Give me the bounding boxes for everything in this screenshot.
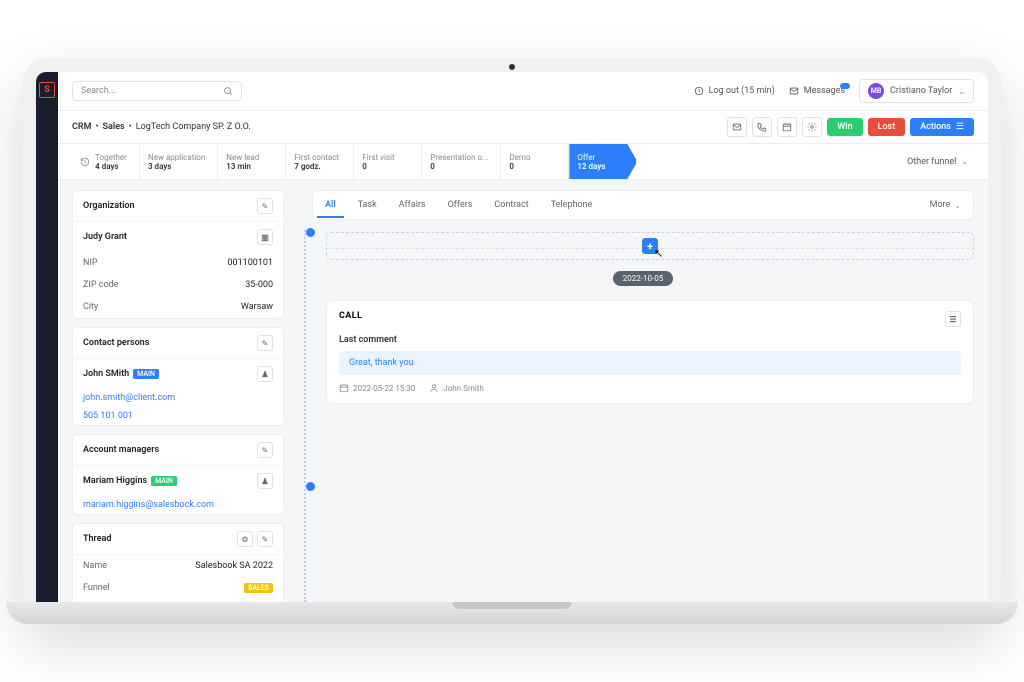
search-input[interactable]: Search... [72,81,242,101]
person-icon [429,383,439,393]
timeline-dot [306,482,315,491]
edit-button[interactable]: ✎ [257,442,273,458]
activity-tabs: All Task Affairs Offers Contract Telepho… [312,190,974,220]
activity-author: John Smith [429,383,484,393]
funnel-selector[interactable]: Other funnel⌄ [901,144,974,179]
contact-phone[interactable]: 505 101 001 [73,407,283,425]
logout-timer[interactable]: Log out (15 min) [694,86,775,96]
calendar-icon [339,383,349,393]
main-tag: MAIN [133,369,159,379]
edit-button[interactable]: ✎ [257,531,273,547]
person-icon: ♟ [257,473,273,489]
comment-text: Great, thank you [339,351,961,375]
lost-button[interactable]: Lost [868,118,906,136]
sales-tag: SALES [244,583,273,593]
thread-card: Thread⚙✎ NameSalesbook SA 2022 FunnelSAL… [72,523,284,602]
stage-first-visit[interactable]: First visit0 [354,144,422,179]
card-title: Contact persons [83,338,149,348]
left-rail: S [36,72,58,602]
menu-icon: ☰ [956,122,964,132]
card-title: Thread [83,534,111,544]
history-icon [80,157,90,167]
tabs-more[interactable]: More⌄ [930,200,961,210]
activity-card: CALL ☰ Last comment Great, thank you 202… [326,300,974,404]
clock-icon [694,86,704,96]
tab-telephone[interactable]: Telephone [551,192,593,218]
messages-button[interactable]: Messages [789,86,845,96]
settings-action-button[interactable] [802,117,822,137]
managers-card: Account managers✎ Mariam HigginsMAIN♟ ma… [72,434,284,515]
phone-icon [757,122,767,132]
pipeline: Together4 days New application3 days New… [58,144,988,180]
building-icon: ▥ [257,229,273,245]
card-title: Organization [83,201,135,211]
avatar: MB [868,83,884,99]
stage-first-contact[interactable]: First contact7 godz. [286,144,354,179]
person-icon: ♟ [257,366,273,382]
email-action-button[interactable] [727,117,747,137]
add-activity-button[interactable]: + ↖ [326,232,974,260]
organization-card: Organization✎ Judy Grant▥ NIP001100101 Z… [72,190,284,319]
calendar-action-button[interactable] [777,117,797,137]
activity-panel: All Task Affairs Offers Contract Telepho… [298,180,988,602]
gear-icon [807,122,817,132]
search-icon [223,86,233,96]
calendar-icon [782,122,792,132]
tab-offers[interactable]: Offers [448,192,473,218]
tab-task[interactable]: Task [358,192,377,218]
main-tag: MAIN [151,476,177,486]
stage-new-application[interactable]: New application3 days [140,144,218,179]
cursor-icon: ↖ [654,247,663,260]
action-bar: CRM•Sales•LogTech Company SP. Z O.O. Win… [58,111,988,144]
tab-affairs[interactable]: Affairs [399,192,426,218]
breadcrumb: CRM•Sales•LogTech Company SP. Z O.O. [72,122,251,132]
timeline-dot [306,228,315,237]
edit-button[interactable]: ✎ [257,335,273,351]
tab-contract[interactable]: Contract [494,192,528,218]
stage-presentation[interactable]: Presentation o...0 [422,144,501,179]
win-button[interactable]: Win [827,118,862,136]
edit-button[interactable]: ✎ [257,198,273,214]
card-title: Account managers [83,445,159,455]
pipeline-together: Together4 days [72,144,140,179]
stage-new-lead[interactable]: New lead13 min [218,144,286,179]
last-comment-label: Last comment [339,335,961,345]
contact-email[interactable]: john.smith@client.com [73,389,283,407]
manager-email[interactable]: mariam.higgins@salesbock.com [73,496,283,514]
tab-all[interactable]: All [325,192,336,218]
activity-timestamp: 2022-05-22 15:30 [339,383,415,393]
activity-menu-button[interactable]: ☰ [945,311,961,327]
user-menu[interactable]: MB Cristiano Taylor ⌄ [859,79,974,103]
mail-icon [732,122,742,132]
contacts-card: Contact persons✎ John SMithMAIN♟ john.sm… [72,327,284,426]
top-bar: Search... Log out (15 min) Messages MB C… [58,72,988,111]
stage-demo[interactable]: Demo0 [501,144,569,179]
stage-offer[interactable]: Offer12 days [569,144,637,179]
activity-type: CALL [339,311,362,327]
chevron-down-icon: ⌄ [961,157,968,166]
app-logo-icon: S [39,82,55,98]
timeline-line [304,230,306,602]
call-action-button[interactable] [752,117,772,137]
details-panel: Organization✎ Judy Grant▥ NIP001100101 Z… [58,180,298,602]
date-pill: 2022-10-05 [613,271,673,286]
chevron-down-icon: ⌄ [958,87,965,96]
actions-button[interactable]: Actions☰ [910,118,974,136]
settings-button[interactable]: ⚙ [237,531,253,547]
mail-icon [789,86,799,96]
